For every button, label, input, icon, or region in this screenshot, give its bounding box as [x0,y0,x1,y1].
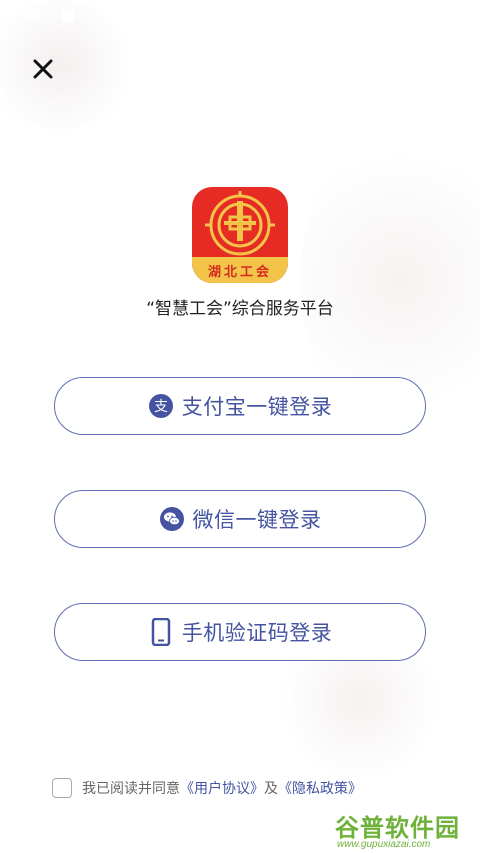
user-agreement-link[interactable]: 《用户协议》 [180,778,264,798]
watermark-url: www.gupuxiazai.com [337,839,431,850]
alipay-login-button[interactable]: 支 支付宝一键登录 [54,377,426,435]
wechat-login-label: 微信一键登录 [192,508,322,532]
app-subtitle: “智慧工会”综合服务平台 [146,299,334,319]
svg-text:支: 支 [154,399,168,415]
status-bar: 3:43 [0,0,480,32]
privacy-policy-link[interactable]: 《隐私政策》 [278,778,362,798]
agreement-checkbox[interactable] [52,778,72,798]
phone-login-button[interactable]: 手机验证码登录 [54,603,426,661]
close-button[interactable] [28,54,58,84]
status-time: 3:43 [8,6,42,25]
watermark: 谷普软件园 www.gupuxiazai.com [335,808,480,853]
battery-icon [456,8,465,23]
union-emblem-icon [205,191,275,256]
agreement-row: 我已阅读并同意 《用户协议》 及 《隐私政策》 [52,776,362,800]
agreement-conjunction: 及 [264,781,278,797]
logo-text: 湖北工会 [207,265,272,280]
app-logo: 湖北工会 [192,187,288,283]
alipay-login-label: 支付宝一键登录 [181,395,333,419]
phone-icon [148,618,174,646]
wechat-icon [159,506,185,532]
notification-icon [62,10,74,22]
wechat-login-button[interactable]: 微信一键登录 [54,490,426,548]
watermark-name: 谷普软件园 [335,814,460,842]
agreement-prefix: 我已阅读并同意 [82,781,180,797]
wifi-icon [420,7,440,22]
close-icon [33,59,53,79]
alipay-icon: 支 [148,393,174,419]
phone-login-label: 手机验证码登录 [181,621,333,645]
